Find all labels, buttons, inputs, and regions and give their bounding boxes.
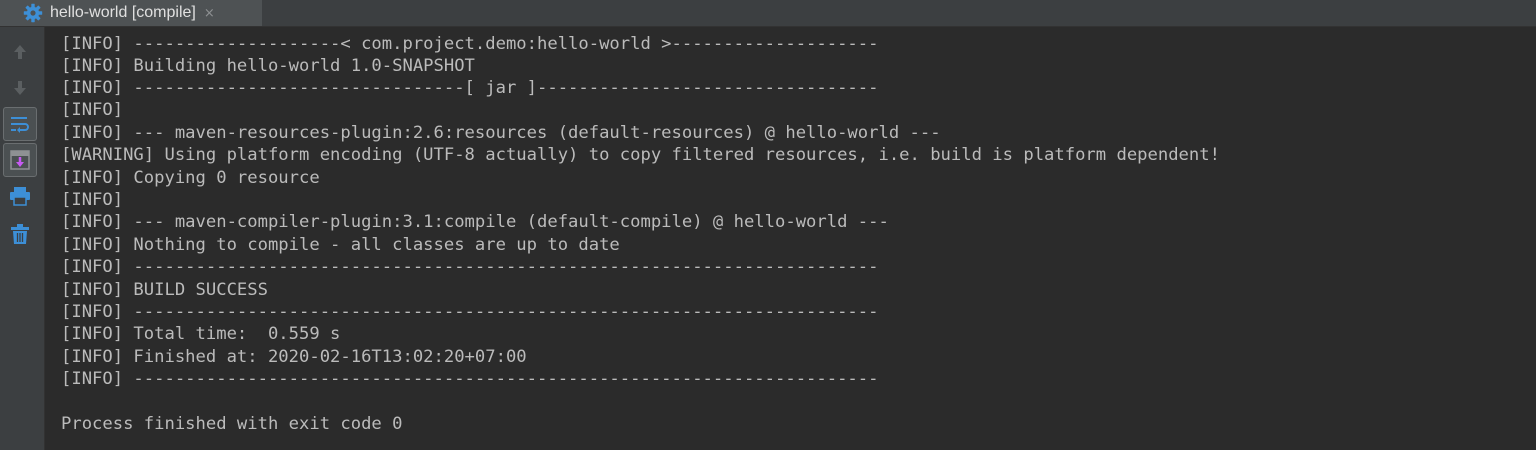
up-arrow-icon[interactable] [3, 35, 37, 69]
down-arrow-icon[interactable] [3, 71, 37, 105]
tab-title: hello-world [compile] [50, 4, 196, 21]
console-line: [INFO] --------------------------------[… [61, 78, 879, 98]
tab-hello-world-compile[interactable]: hello-world [compile] × [0, 0, 262, 26]
console-line: [INFO] BUILD SUCCESS [61, 280, 268, 300]
console-toolbar [0, 27, 45, 450]
trash-icon[interactable] [3, 217, 37, 251]
exit-code-line: Process finished with exit code 0 [61, 414, 403, 434]
console-output[interactable]: [INFO] --------------------< com.project… [45, 27, 1536, 450]
console-line: [INFO] Total time: 0.559 s [61, 324, 341, 344]
console-line: [INFO] ---------------------------------… [61, 257, 879, 277]
gear-icon [22, 2, 44, 24]
console-line: [INFO] --- maven-resources-plugin:2.6:re… [61, 123, 941, 143]
console-line: [INFO] Copying 0 resource [61, 168, 320, 188]
soft-wrap-icon[interactable] [3, 107, 37, 141]
console-line: [INFO] --- maven-compiler-plugin:3.1:com… [61, 212, 889, 232]
scroll-to-end-icon[interactable] [3, 143, 37, 177]
console-line: [INFO] --------------------< com.project… [61, 34, 879, 54]
console-line: [INFO] ---------------------------------… [61, 369, 879, 389]
tab-bar: hello-world [compile] × [0, 0, 1536, 27]
console-line: [INFO] Finished at: 2020-02-16T13:02:20+… [61, 347, 527, 367]
console-line: [INFO] [61, 100, 134, 120]
console-line: [INFO] ---------------------------------… [61, 302, 879, 322]
console-line: [INFO] [61, 190, 134, 210]
print-icon[interactable] [3, 179, 37, 213]
close-icon[interactable]: × [204, 6, 215, 21]
console-line: [INFO] Building hello-world 1.0-SNAPSHOT [61, 56, 475, 76]
console-line: [INFO] Nothing to compile - all classes … [61, 235, 620, 255]
console-line: [WARNING] Using platform encoding (UTF-8… [61, 145, 1220, 165]
run-tool-window: hello-world [compile] × [INFO] ---------… [0, 0, 1536, 450]
